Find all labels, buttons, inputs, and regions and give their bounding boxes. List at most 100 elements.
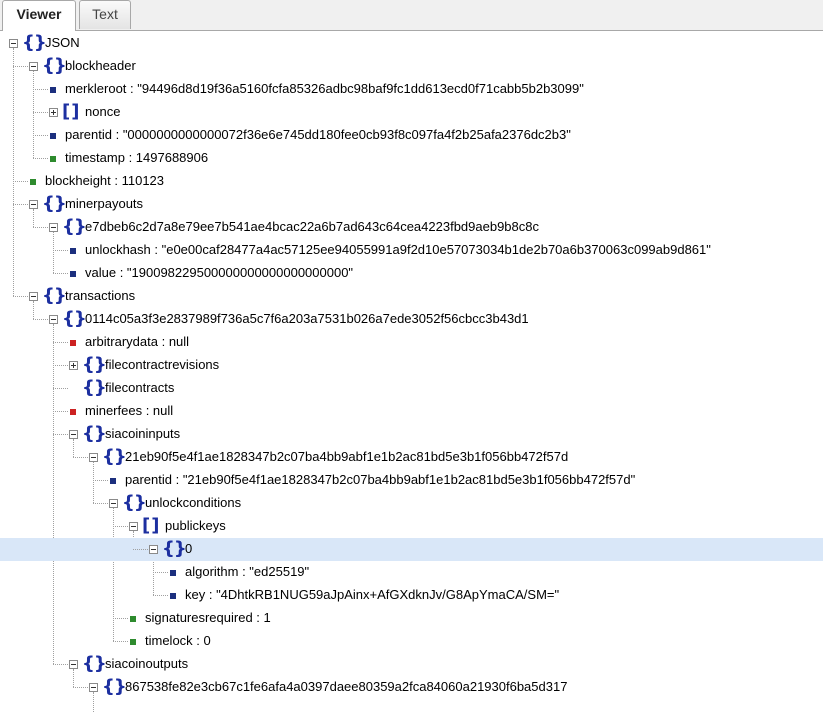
tree-connector [33, 112, 48, 113]
collapse-toggle[interactable] [129, 522, 138, 531]
tree-connector [53, 273, 68, 274]
tree-node-label: 21eb90f5e4f1ae1828347b2c07ba4bb9abf1e1b2… [125, 449, 569, 464]
tree-node-label: key : "4DhtkRB1NUG59aJpAinx+AfGXdknJv/G8… [185, 587, 560, 602]
tree-node-label: signaturesrequired : 1 [145, 610, 271, 625]
tree-node-label: e7dbeb6c2d7a8e79ee7b541ae4bcac22a6b7ad64… [85, 219, 539, 234]
tree-connector [133, 549, 148, 550]
tree-connector [113, 618, 128, 619]
object-braces-icon: {} [102, 676, 127, 697]
tree-node[interactable]: {} transactions [0, 285, 823, 308]
string-value-icon [110, 478, 116, 484]
collapse-toggle[interactable] [29, 62, 38, 71]
collapse-toggle[interactable] [49, 223, 58, 232]
object-braces-icon: {} [22, 32, 47, 53]
tree-node-label: parentid : "0000000000000072f36e6e745dd1… [65, 127, 571, 142]
tree-node-label: unlockhash : "e0e00caf28477a4ac57125ee94… [85, 242, 711, 257]
object-braces-icon: {} [82, 653, 107, 674]
tree-node[interactable]: {} JSON [0, 32, 823, 55]
tree-connector [53, 365, 68, 366]
tree-connector [93, 480, 108, 481]
tree-node[interactable]: {} 0114c05a3f3e2837989f736a5c7f6a203a7531… [0, 308, 823, 331]
collapse-toggle[interactable] [29, 292, 38, 301]
tree-node[interactable]: algorithm : "ed25519" [0, 561, 823, 584]
tab-text[interactable]: Text [79, 0, 131, 29]
expand-toggle[interactable] [69, 361, 78, 370]
collapse-toggle[interactable] [49, 315, 58, 324]
tree-connector [153, 595, 168, 596]
tree-node-label: filecontracts [105, 380, 175, 395]
tree-node[interactable]: {} 0 [0, 538, 823, 561]
expand-toggle[interactable] [49, 108, 58, 117]
object-braces-icon: {} [162, 538, 187, 559]
tree-connector [33, 319, 48, 320]
tree-node[interactable]: timelock : 0 [0, 630, 823, 653]
tree-node-label: 867538fe82e3cb67c1fe6afa4a0397daee80359a… [125, 679, 568, 694]
string-value-icon [70, 248, 76, 254]
object-braces-icon: {} [82, 377, 107, 398]
tree-node[interactable]: merkleroot : "94496d8d19f36a5160fcfa8532… [0, 78, 823, 101]
tree-node[interactable]: blockheight : 110123 [0, 170, 823, 193]
tab-viewer[interactable]: Viewer [2, 0, 76, 31]
tree-connector [33, 135, 48, 136]
tree-node[interactable]: parentid : "21eb90f5e4f1ae1828347b2c07ba… [0, 469, 823, 492]
tree-connector [53, 664, 68, 665]
tree-node-label: minerpayouts [65, 196, 144, 211]
tree-node[interactable]: minerfees : null [0, 400, 823, 423]
number-value-icon [130, 639, 136, 645]
collapse-toggle[interactable] [9, 39, 18, 48]
tree-node[interactable]: value : "190098229500000000000000000000" [0, 262, 823, 285]
tree-node[interactable]: {} siacoinoutputs [0, 653, 823, 676]
tree-connector [33, 227, 48, 228]
string-value-icon [50, 87, 56, 93]
tree-node[interactable]: arbitrarydata : null [0, 331, 823, 354]
tree-connector [93, 503, 108, 504]
tree-connector [53, 342, 68, 343]
tree-node[interactable]: {} filecontracts [0, 377, 823, 400]
tree-node[interactable]: unlockhash : "e0e00caf28477a4ac57125ee94… [0, 239, 823, 262]
collapse-toggle[interactable] [89, 683, 98, 692]
tree-node[interactable]: signaturesrequired : 1 [0, 607, 823, 630]
tree-node-label: siacoinoutputs [105, 656, 189, 671]
collapse-toggle[interactable] [89, 453, 98, 462]
tree-node-label: blockheight : 110123 [45, 173, 165, 188]
string-value-icon [70, 271, 76, 277]
tree-node[interactable]: {} siacoininputs [0, 423, 823, 446]
tree-connector [13, 296, 28, 297]
tree-node[interactable]: [] nonce [0, 101, 823, 124]
tree-node[interactable]: {} 867538fe82e3cb67c1fe6afa4a0397daee8035… [0, 676, 823, 699]
tree-node[interactable]: timestamp : 1497688906 [0, 147, 823, 170]
tree-node-label: 0 [185, 541, 193, 556]
tree-node-label: merkleroot : "94496d8d19f36a5160fcfa8532… [65, 81, 584, 96]
tree-node[interactable]: {} unlockconditions [0, 492, 823, 515]
tree-node[interactable]: [] publickeys [0, 515, 823, 538]
collapse-toggle[interactable] [69, 660, 78, 669]
collapse-toggle[interactable] [149, 545, 158, 554]
tree-connector [73, 457, 88, 458]
object-braces-icon: {} [82, 354, 107, 375]
tree-connector [53, 434, 68, 435]
tree-connector [53, 388, 68, 389]
tree-connector [13, 181, 28, 182]
object-braces-icon: {} [102, 446, 127, 467]
string-value-icon [50, 133, 56, 139]
number-value-icon [130, 616, 136, 622]
tree-node-label: publickeys [165, 518, 226, 533]
collapse-toggle[interactable] [69, 430, 78, 439]
tree-connector [73, 687, 88, 688]
tree-node[interactable]: {} e7dbeb6c2d7a8e79ee7b541ae4bcac22a6b7ad… [0, 216, 823, 239]
collapse-toggle[interactable] [29, 200, 38, 209]
tree-node[interactable]: {} filecontractrevisions [0, 354, 823, 377]
tree-node[interactable]: key : "4DhtkRB1NUG59aJpAinx+AfGXdknJv/G8… [0, 584, 823, 607]
null-value-icon [70, 340, 76, 346]
tree-node-label: parentid : "21eb90f5e4f1ae1828347b2c07ba… [125, 472, 636, 487]
collapse-toggle[interactable] [109, 499, 118, 508]
tree-node-label: nonce [85, 104, 121, 119]
tree-node[interactable]: parentid : "0000000000000072f36e6e745dd1… [0, 124, 823, 147]
object-braces-icon: {} [42, 285, 67, 306]
tree-node[interactable]: {} minerpayouts [0, 193, 823, 216]
string-value-icon [170, 593, 176, 599]
tree-connector [13, 66, 28, 67]
tree-node-label: unlockconditions [145, 495, 242, 510]
tree-node[interactable]: {} 21eb90f5e4f1ae1828347b2c07ba4bb9abf1e1… [0, 446, 823, 469]
tree-node[interactable]: {} blockheader [0, 55, 823, 78]
